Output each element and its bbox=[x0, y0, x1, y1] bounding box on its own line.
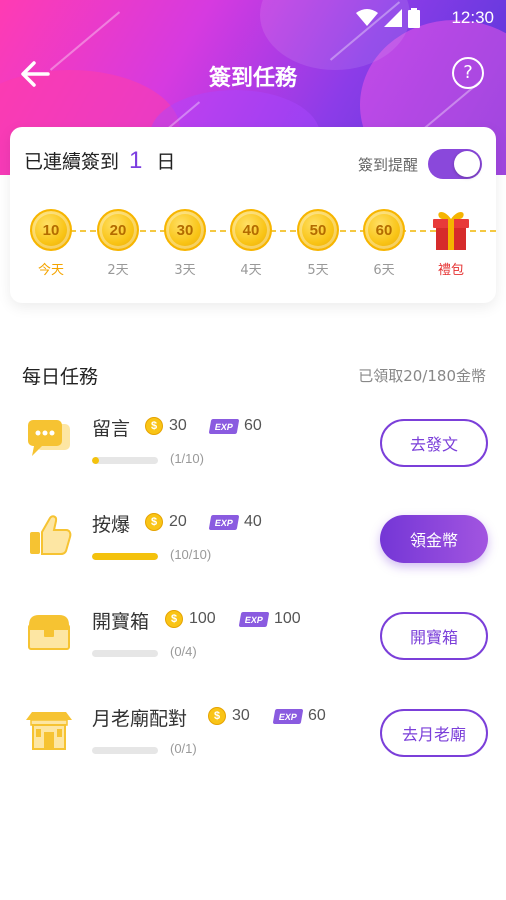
wifi-icon bbox=[356, 9, 378, 26]
thumbs-up-icon bbox=[24, 510, 74, 560]
tasks-progress: 已領取20/180金幣 bbox=[358, 367, 486, 385]
progress-count: (1/10) bbox=[170, 451, 204, 466]
task-name: 按爆 bbox=[92, 514, 131, 536]
day-item: 40 4天 bbox=[224, 209, 278, 278]
coin-reward: $ 30 bbox=[145, 417, 187, 435]
coin-icon: 40 bbox=[230, 209, 272, 251]
progress-bar bbox=[92, 747, 158, 754]
progress-count: (10/10) bbox=[170, 547, 212, 562]
day-label: 4天 bbox=[240, 263, 262, 278]
day-label: 5天 bbox=[307, 263, 329, 278]
exp-icon: EXP bbox=[208, 514, 240, 530]
coin-icon: 20 bbox=[97, 209, 139, 251]
progress-bar bbox=[92, 553, 158, 560]
progress-bar bbox=[92, 650, 158, 657]
coin-icon: 30 bbox=[164, 209, 206, 251]
task-row: 按爆 $ 20 EXP 40 (10/10) 領金幣 bbox=[0, 498, 506, 588]
coin-icon: $ bbox=[145, 513, 163, 531]
coin-reward: $ 30 bbox=[208, 707, 250, 725]
exp-icon: EXP bbox=[272, 708, 304, 724]
task-row: 月老廟配對 $ 30 EXP 60 (0/1) 去月老廟 bbox=[0, 692, 506, 782]
progress-bar bbox=[92, 457, 158, 464]
exp-icon: EXP bbox=[238, 611, 270, 627]
day-label: 禮包 bbox=[437, 263, 464, 278]
streak-prefix: 已連續簽到 bbox=[24, 151, 120, 173]
reminder-toggle[interactable] bbox=[428, 149, 482, 179]
battery-icon bbox=[408, 8, 420, 28]
day-label: 今天 bbox=[37, 263, 64, 278]
reminder-setting: 簽到提醒 bbox=[358, 149, 482, 179]
progress-count: (0/1) bbox=[170, 741, 197, 756]
task-name: 留言 bbox=[92, 418, 131, 440]
gift-box-icon bbox=[430, 207, 472, 251]
day-item: 20 2天 bbox=[91, 209, 145, 278]
signal-icon bbox=[384, 9, 402, 27]
chat-bubble-icon bbox=[24, 414, 74, 464]
tasks-title: 每日任務 bbox=[22, 366, 99, 388]
temple-icon bbox=[24, 704, 74, 754]
status-time: 12:30 bbox=[451, 8, 494, 27]
task-row: 開寶箱 $ 100 EXP 100 (0/4) 開寶箱 bbox=[0, 595, 506, 685]
day-item: 60 6天 bbox=[357, 209, 411, 278]
day-label: 2天 bbox=[107, 263, 129, 278]
day-item-gift: 禮包 bbox=[424, 209, 478, 278]
exp-reward: EXP 60 bbox=[272, 707, 326, 725]
reminder-label: 簽到提醒 bbox=[357, 155, 418, 174]
day-item: 30 3天 bbox=[158, 209, 212, 278]
coin-reward: $ 20 bbox=[145, 513, 187, 531]
exp-reward: EXP 60 bbox=[208, 417, 262, 435]
exp-reward: EXP 100 bbox=[238, 610, 301, 628]
coin-icon: $ bbox=[145, 417, 163, 435]
exp-reward: EXP 40 bbox=[208, 513, 262, 531]
streak-days: 1 bbox=[129, 147, 143, 174]
treasure-chest-icon bbox=[24, 607, 74, 657]
coin-icon: 60 bbox=[363, 209, 405, 251]
task-name: 月老廟配對 bbox=[92, 708, 188, 730]
coin-icon: 10 bbox=[30, 209, 72, 251]
coin-reward: $ 100 bbox=[165, 610, 216, 628]
status-bar: 12:30 bbox=[0, 0, 506, 38]
coin-icon: $ bbox=[208, 707, 226, 725]
page-title: 簽到任務 bbox=[208, 66, 297, 91]
coin-icon: 50 bbox=[297, 209, 339, 251]
task-row: 留言 $ 30 EXP 60 (1/10) 去發文 bbox=[0, 402, 506, 492]
open-chest-button[interactable]: 開寶箱 bbox=[380, 612, 488, 660]
progress-count: (0/4) bbox=[170, 644, 197, 659]
claim-coins-button[interactable]: 領金幣 bbox=[380, 515, 488, 563]
day-item: 10 今天 bbox=[24, 209, 78, 278]
day-label: 6天 bbox=[373, 263, 395, 278]
go-temple-button[interactable]: 去月老廟 bbox=[380, 709, 488, 757]
day-item: 50 5天 bbox=[291, 209, 345, 278]
exp-icon: EXP bbox=[208, 418, 240, 434]
help-button[interactable]: ? bbox=[452, 57, 484, 89]
streak-suffix: 日 bbox=[156, 151, 176, 173]
checkin-card: 已連續簽到 1 日 簽到提醒 10 今天 20 2天 30 3天 40 4天 5… bbox=[10, 127, 496, 303]
navbar: 簽到任務 ? bbox=[0, 48, 506, 100]
streak-text: 已連續簽到 1 日 bbox=[24, 147, 175, 175]
coin-icon: $ bbox=[165, 610, 183, 628]
day-label: 3天 bbox=[174, 263, 196, 278]
go-post-button[interactable]: 去發文 bbox=[380, 419, 488, 467]
task-name: 開寶箱 bbox=[92, 611, 150, 633]
